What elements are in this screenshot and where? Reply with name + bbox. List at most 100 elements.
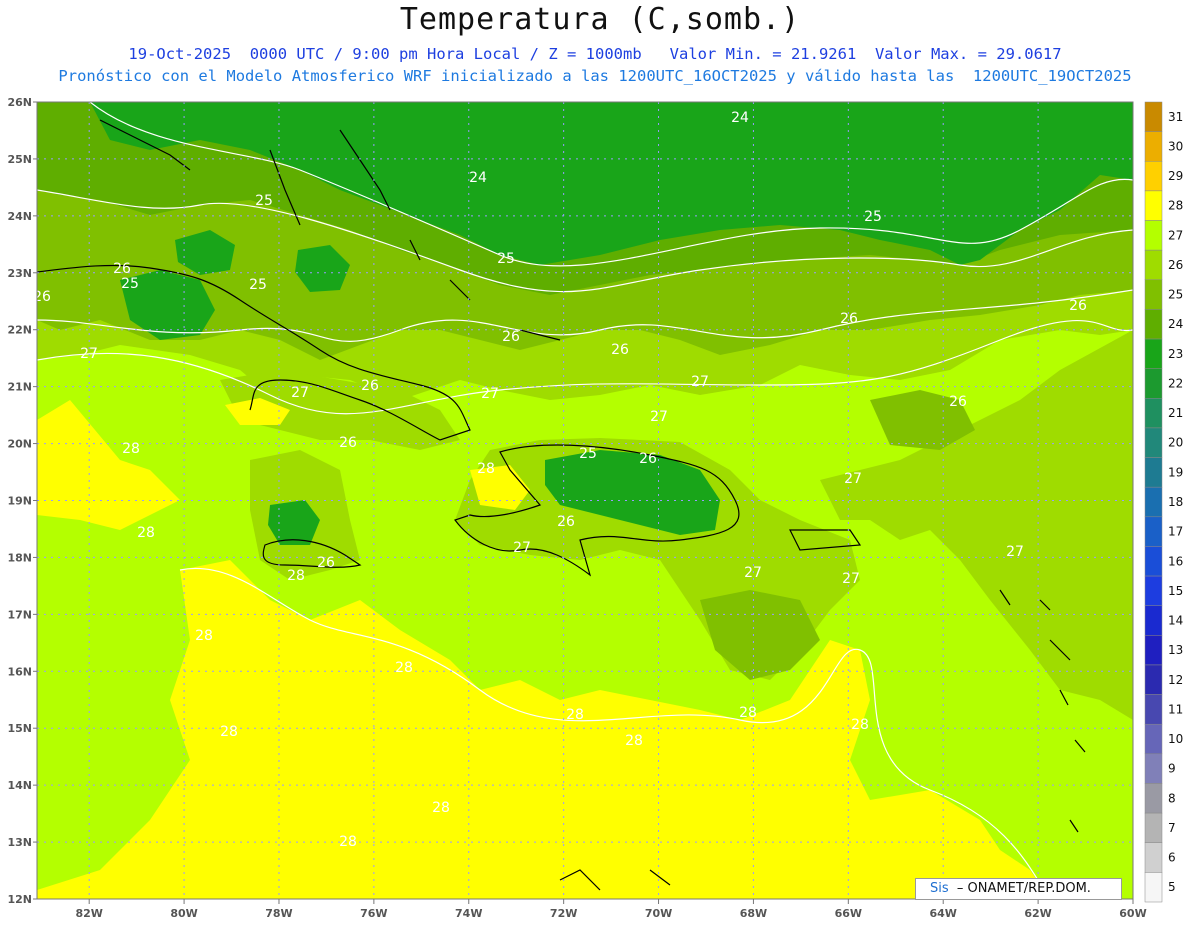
colorbar-swatch (1144, 842, 1163, 873)
colorbar-label: 24 (1168, 317, 1183, 331)
longitude-axis: 82W 80W 78W 76W 74W 72W 70W 68W 66W 64W 62W 60W (75, 899, 1147, 920)
lon-tick-label: 62W (1024, 907, 1051, 920)
contour-label: 28 (220, 724, 238, 740)
contour-label: 28 (137, 525, 155, 541)
contour-label: 28 (625, 733, 643, 749)
contour-label: 26 (361, 378, 379, 394)
contour-label: 27 (1006, 544, 1024, 560)
lat-tick-label: 15N (7, 722, 32, 735)
contour-label: 26 (317, 555, 335, 571)
colorbar-label: 29 (1168, 169, 1183, 183)
contour-label: 26 (1069, 298, 1087, 314)
contour-label: 26 (339, 435, 357, 451)
colorbar-label: 30 (1168, 139, 1183, 153)
colorbar-swatch (1144, 457, 1163, 488)
colorbar-label: 21 (1168, 406, 1183, 420)
colorbar-label: 13 (1168, 643, 1183, 657)
lon-tick-label: 74W (455, 907, 482, 920)
colorbar-label: 12 (1168, 673, 1183, 687)
contour-label: 28 (566, 707, 584, 723)
colorbar-swatch (1144, 368, 1163, 399)
lat-tick-label: 14N (7, 779, 32, 792)
lat-tick-label: 20N (7, 438, 32, 451)
contour-label: 27 (513, 540, 531, 556)
lon-tick-label: 66W (835, 907, 862, 920)
colorbar-swatch (1144, 161, 1163, 192)
colorbar-label: 14 (1168, 614, 1183, 628)
contour-label: 28 (477, 461, 495, 477)
contour-label: 27 (844, 471, 862, 487)
contour-label: 26 (113, 261, 131, 277)
colorbar-label: 16 (1168, 554, 1183, 568)
colorbar-swatch (1144, 427, 1163, 458)
lat-tick-label: 13N (7, 836, 32, 849)
colorbar-label: 11 (1168, 702, 1183, 716)
lat-tick-label: 19N (7, 495, 32, 508)
colorbar-swatch (1144, 812, 1163, 843)
colorbar-swatch (1144, 694, 1163, 725)
credit-box: Sis – ONAMET/REP.DOM. (915, 878, 1122, 900)
colorbar-label: 22 (1168, 376, 1183, 390)
lon-tick-label: 70W (645, 907, 672, 920)
colorbar-swatch (1144, 338, 1163, 369)
lon-tick-label: 78W (265, 907, 292, 920)
contour-label: 27 (481, 386, 499, 402)
colorbar-label: 31 (1168, 110, 1183, 124)
colorbar-swatch (1144, 486, 1163, 518)
contour-label: 26 (33, 289, 51, 305)
lat-tick-label: 17N (7, 608, 32, 621)
lon-tick-label: 80W (170, 907, 197, 920)
colorbar-swatch (1144, 220, 1163, 251)
lon-tick-label: 68W (740, 907, 767, 920)
contour-label: 25 (255, 193, 273, 209)
lon-tick-label: 76W (360, 907, 387, 920)
contour-label: 27 (291, 385, 309, 401)
colorbar-label: 18 (1168, 495, 1183, 509)
colorbar-label: 27 (1168, 228, 1183, 242)
lon-tick-label: 82W (75, 907, 102, 920)
colorbar-legend: 31 30 29 28 27 26 25 24 23 22 21 20 19 18 17 16 15 14 13 12… (1144, 101, 1183, 903)
lat-tick-label: 26N (7, 96, 32, 109)
contour-label: 27 (80, 346, 98, 362)
lon-tick-label: 64W (929, 907, 956, 920)
contour-label: 26 (840, 311, 858, 327)
lat-tick-label: 25N (7, 153, 32, 166)
colorbar-label: 26 (1168, 258, 1183, 272)
lon-tick-label: 72W (550, 907, 577, 920)
contour-label: 28 (122, 441, 140, 457)
lat-tick-label: 24N (7, 210, 32, 223)
colorbar-label: 20 (1168, 436, 1183, 450)
temperature-map: 2424252525252525262626262626262626262626… (7, 96, 1183, 920)
colorbar-swatch (1144, 635, 1163, 666)
lat-tick-label: 21N (7, 381, 32, 394)
contour-label: 28 (432, 800, 450, 816)
colorbar-swatch (1144, 664, 1163, 695)
lat-tick-label: 23N (7, 267, 32, 280)
contour-label: 24 (469, 170, 487, 186)
colorbar-swatch (1144, 101, 1163, 132)
contour-label: 26 (502, 329, 520, 345)
colorbar-swatch (1144, 783, 1163, 814)
colorbar-swatch (1144, 190, 1163, 221)
colorbar-label: 9 (1168, 762, 1176, 776)
contour-label: 26 (557, 514, 575, 530)
colorbar-swatch (1144, 398, 1163, 429)
contour-label: 27 (744, 565, 762, 581)
credit-onamet: – ONAMET/REP.DOM. (948, 881, 1091, 896)
colorbar-label: 28 (1168, 199, 1183, 213)
lat-tick-label: 12N (7, 893, 32, 906)
colorbar-label: 7 (1168, 821, 1176, 835)
colorbar-swatch (1144, 546, 1163, 577)
contour-label: 27 (650, 409, 668, 425)
colorbar-swatch (1144, 516, 1163, 547)
contour-label: 25 (497, 251, 515, 267)
colorbar-label: 19 (1168, 465, 1183, 479)
contour-label: 28 (287, 568, 305, 584)
lat-tick-label: 16N (7, 665, 32, 678)
lon-tick-label: 60W (1119, 907, 1146, 920)
colorbar-swatch (1144, 723, 1163, 755)
contour-label: 25 (249, 277, 267, 293)
contour-label: 25 (864, 209, 882, 225)
contour-label: 25 (579, 446, 597, 462)
contour-label: 28 (395, 660, 413, 676)
